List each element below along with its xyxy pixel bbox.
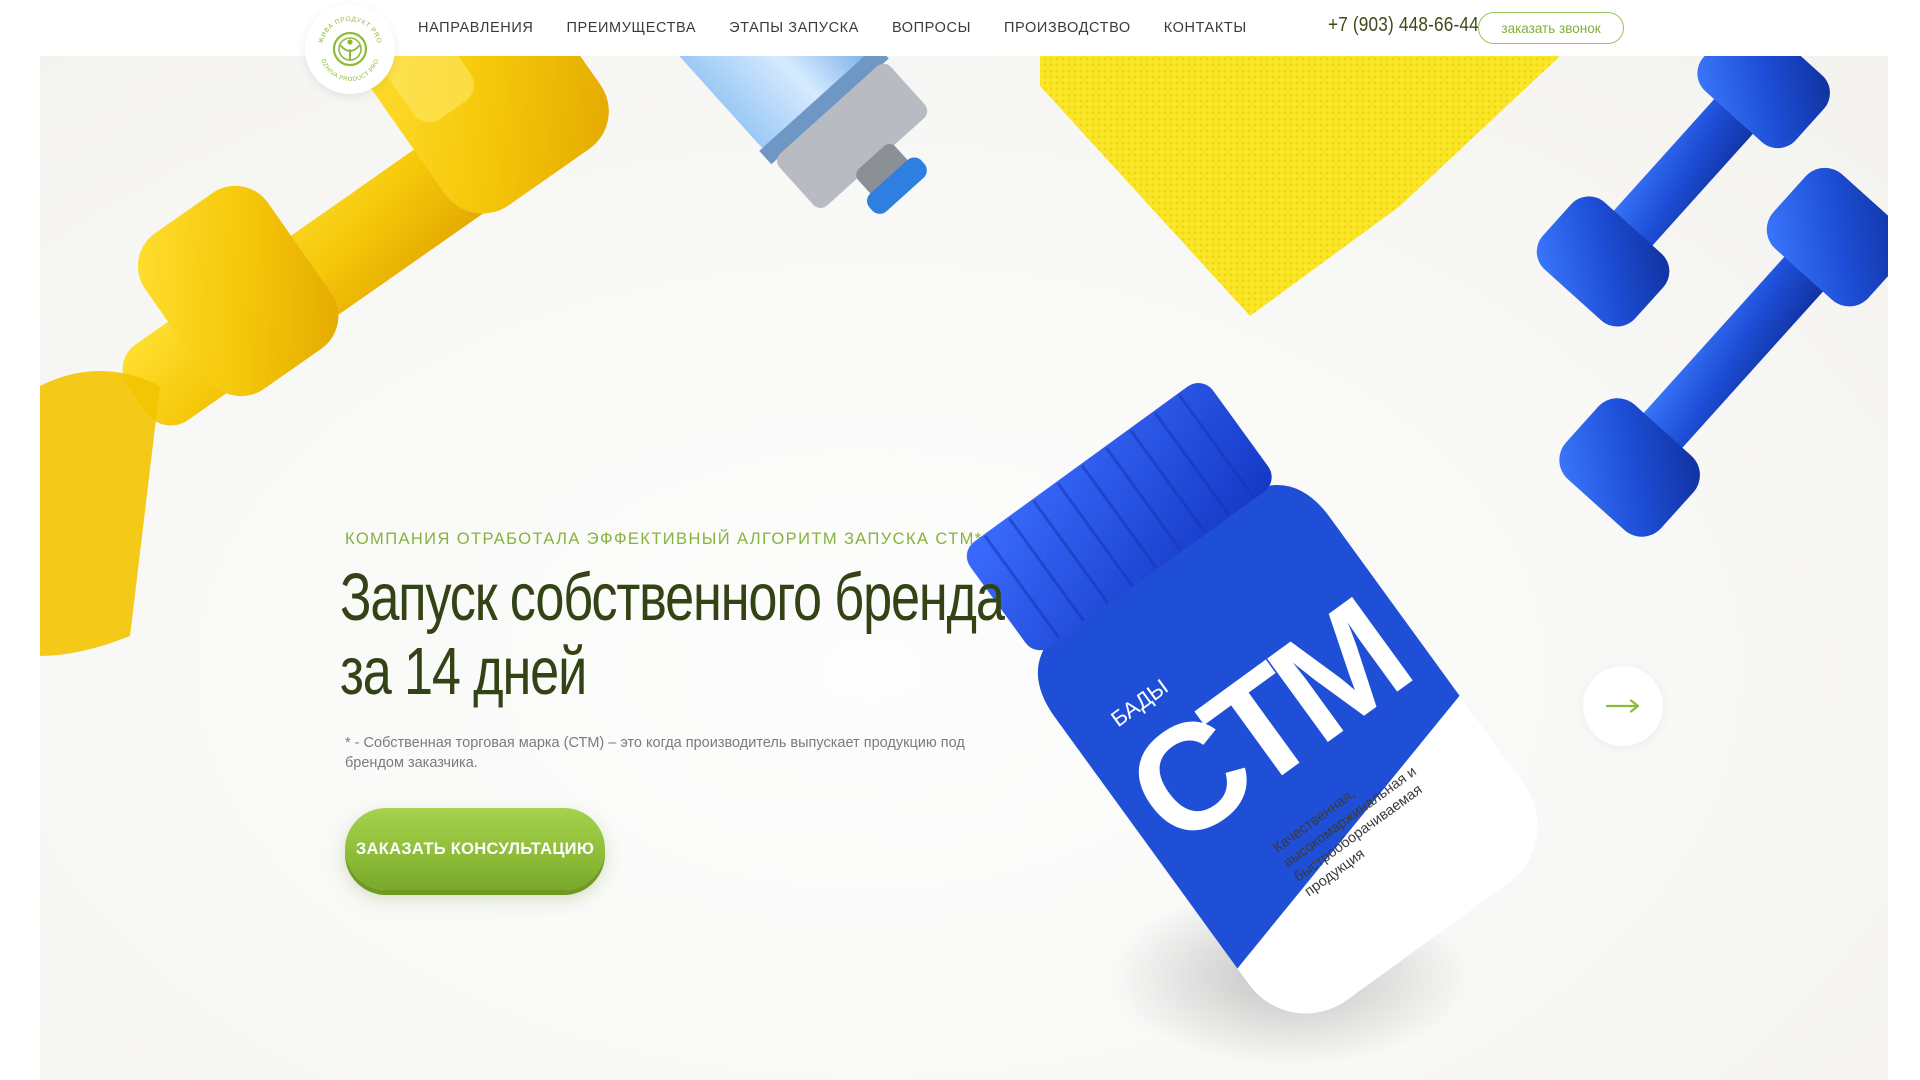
main-nav: НАПРАВЛЕНИЯ ПРЕИМУЩЕСТВА ЭТАПЫ ЗАПУСКА В… (418, 0, 1247, 56)
hero-title: Запуск собственного бренда за 14 дней (340, 560, 1005, 709)
nav-item-production[interactable]: ПРОИЗВОДСТВО (1004, 20, 1131, 36)
request-call-button[interactable]: заказать звонок (1478, 12, 1624, 44)
phone-number[interactable]: +7 (903) 448-66-44 (1328, 14, 1479, 37)
hero-title-line-2: за 14 дней (340, 634, 587, 709)
nav-item-directions[interactable]: НАПРАВЛЕНИЯ (418, 20, 533, 36)
nav-item-contacts[interactable]: КОНТАКТЫ (1164, 20, 1247, 36)
water-bottle (632, 56, 928, 214)
site-header: НАПРАВЛЕНИЯ ПРЕИМУЩЕСТВА ЭТАПЫ ЗАПУСКА В… (0, 0, 1920, 56)
logo[interactable]: ЖИВА ПРОДУКТ PRO DZHIVA PRODUCT PRO (305, 4, 395, 94)
logo-text-bottom: DZHIVA PRODUCT PRO (319, 58, 380, 83)
nav-item-questions[interactable]: ВОПРОСЫ (892, 20, 971, 36)
hero-footnote: * - Собственная торговая марка (СТМ) – э… (345, 735, 965, 771)
hero-section: БАДЫ СТМ Качественная, высокомаржинальна… (40, 56, 1888, 1080)
supplement-jar: БАДЫ СТМ Качественная, высокомаржинальна… (966, 382, 1538, 1014)
hero-title-line-1: Запуск собственного бренда (340, 560, 1005, 635)
svg-text:DZHIVA PRODUCT PRO: DZHIVA PRODUCT PRO (319, 58, 380, 83)
order-consultation-button[interactable]: ЗАКАЗАТЬ КОНСУЛЬТАЦИЮ (345, 808, 605, 890)
nav-item-launch-stages[interactable]: ЭТАПЫ ЗАПУСКА (729, 20, 859, 36)
arrow-right-icon (1606, 699, 1640, 713)
hero-subtitle: КОМПАНИЯ ОТРАБОТАЛА ЭФФЕКТИВНЫЙ АЛГОРИТМ… (345, 530, 983, 548)
yellow-towel (1040, 56, 1560, 316)
logo-emblem-icon: ЖИВА ПРОДУКТ PRO DZHIVA PRODUCT PRO (317, 16, 381, 83)
slider-next-button[interactable] (1583, 666, 1663, 746)
nav-item-advantages[interactable]: ПРЕИМУЩЕСТВА (566, 20, 696, 36)
